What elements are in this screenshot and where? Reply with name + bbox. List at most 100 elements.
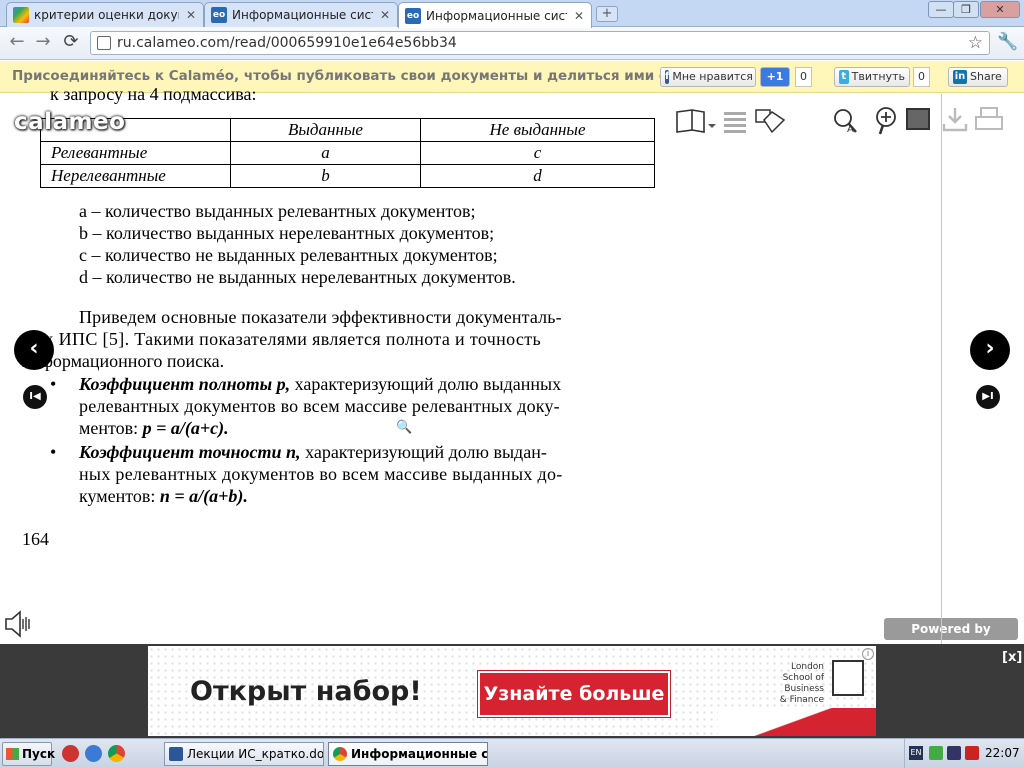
table-header-cell: Выданные xyxy=(230,118,421,142)
bullet1-line2: релевантных документов во всем массиве р… xyxy=(79,396,560,416)
tab-criteria[interactable]: критерии оценки документа ✕ xyxy=(6,2,204,27)
maximize-button[interactable]: ❐ xyxy=(953,1,979,18)
reload-icon[interactable]: ⟳ xyxy=(60,32,82,54)
previous-page-button[interactable]: ‹ xyxy=(14,330,54,370)
address-bar[interactable]: ru.calameo.com/read/000659910e1e64e56bb3… xyxy=(90,31,990,55)
back-arrow-icon[interactable]: ← xyxy=(6,32,28,54)
table-row: Релевантные a c xyxy=(40,141,655,165)
bullet1-line1-rest: характеризующий долю выданных xyxy=(294,374,562,394)
plus-one-count: 0 xyxy=(795,67,812,87)
table-cell: a xyxy=(230,141,421,165)
bullet-icon: • xyxy=(50,374,57,394)
twitter-bird-icon: t xyxy=(839,70,849,84)
wrench-icon[interactable]: 🔧 xyxy=(997,32,1019,54)
ad-stripe xyxy=(718,708,876,736)
school-line: London xyxy=(791,662,824,672)
bookmark-star-icon[interactable]: ☆ xyxy=(968,33,983,53)
url-text[interactable]: ru.calameo.com/read/000659910e1e64e56bb3… xyxy=(117,35,968,51)
close-window-button[interactable]: ✕ xyxy=(980,1,1020,18)
tab-info-systems-1[interactable]: eo Информационные системы ✕ xyxy=(204,2,398,27)
ad-banner[interactable]: Открыт набор! Узнайте больше London Scho… xyxy=(148,646,876,736)
start-button[interactable]: Пуск xyxy=(2,742,55,766)
viewer-divider xyxy=(941,94,942,644)
google-plus-one-button[interactable]: +1 xyxy=(760,67,790,87)
share-label: Share xyxy=(970,70,1002,83)
first-page-button[interactable]: I◀ xyxy=(23,385,47,409)
school-crest-icon xyxy=(832,660,864,696)
ad-headline: Открыт набор! xyxy=(190,676,422,707)
table-row: Нерелевантные b d xyxy=(40,164,655,188)
bullet2-line2: ных релевантных документов во всем масси… xyxy=(79,464,563,484)
paragraph-line: Приведем основные показатели эффективнос… xyxy=(79,307,562,327)
bullet2-formula: n = a/(a+b). xyxy=(159,486,248,506)
bullet2-line3: кументов: n = a/(a+b). xyxy=(79,486,248,507)
tab-strip: критерии оценки документа ✕ eo Информаци… xyxy=(0,0,1024,28)
document-viewer[interactable]: к запросу на 4 подмассива: Выданные Не в… xyxy=(0,84,1024,658)
definition-line: b – количество выданных нерелевантных до… xyxy=(79,223,495,243)
bullet2-line1: Коэффициент точности n, характеризующий … xyxy=(79,442,547,463)
antivirus-icon[interactable] xyxy=(62,745,79,762)
bullet1-line3: ментов: p = a/(a+c). xyxy=(79,418,229,439)
close-icon[interactable]: ✕ xyxy=(573,9,585,23)
ad-info-icon[interactable]: i xyxy=(862,648,874,660)
book-view-icon[interactable] xyxy=(674,106,716,136)
table-header-row: Выданные Не выданные xyxy=(40,118,655,142)
ad-bar: Открыт набор! Узнайте больше London Scho… xyxy=(0,644,1024,738)
task-label: Информационные си... xyxy=(351,747,488,761)
close-icon[interactable]: ✕ xyxy=(379,8,391,22)
fullscreen-icon[interactable] xyxy=(906,106,932,136)
bullet1-line1: Коэффициент полноты p, характеризующий д… xyxy=(79,374,674,395)
bullet1-formula: p = a/(a+c). xyxy=(142,418,229,438)
linkedin-icon: in xyxy=(953,70,967,84)
kaspersky-icon[interactable] xyxy=(965,746,979,760)
clock[interactable]: 22:07 xyxy=(985,746,1020,760)
relevance-table: Выданные Не выданные Релевантные a c Нер… xyxy=(40,118,655,188)
download-icon[interactable] xyxy=(942,106,968,136)
zoom-cursor-icon: 🔍 xyxy=(396,420,413,435)
svg-text:A: A xyxy=(847,124,854,135)
forward-arrow-icon[interactable]: → xyxy=(32,32,54,54)
page-icon xyxy=(97,36,111,50)
close-icon[interactable]: ✕ xyxy=(185,8,197,22)
ad-close-button[interactable]: [x] xyxy=(1002,650,1022,665)
facebook-like-button[interactable]: f Мне нравится xyxy=(660,67,756,87)
definition-line: c – количество не выданных релевантных д… xyxy=(79,245,498,265)
print-icon[interactable] xyxy=(974,106,1004,136)
last-page-button[interactable]: ▶I xyxy=(976,385,1000,409)
new-tab-button[interactable]: + xyxy=(596,6,618,22)
list-view-icon[interactable] xyxy=(722,106,748,136)
sound-icon[interactable] xyxy=(4,609,32,639)
tweet-button[interactable]: t Твитнуть xyxy=(834,67,910,87)
monitor-icon[interactable] xyxy=(947,746,961,760)
bullet2-line3-prefix: кументов: xyxy=(79,486,156,506)
browser-toolbar: ← → ⟳ ru.calameo.com/read/000659910e1e64… xyxy=(0,27,1024,60)
table-cell: d xyxy=(420,164,655,188)
tab-info-systems-2[interactable]: eo Информационные системы ✕ xyxy=(398,2,592,28)
calameo-logo[interactable]: calameo xyxy=(14,109,125,135)
bullet2-term: Коэффициент точности n, xyxy=(79,442,301,462)
system-tray: EN 22:07 xyxy=(904,739,1024,768)
like-label: Мне нравится xyxy=(672,70,753,83)
share-book-icon[interactable] xyxy=(754,106,786,136)
minimize-button[interactable]: — xyxy=(928,1,954,18)
bullet1-term: Коэффициент полноты p, xyxy=(79,374,291,394)
taskbar-item-word[interactable]: Лекции ИС_кратко.doc ... xyxy=(164,742,324,766)
bullet1-line3-prefix: ментов: xyxy=(79,418,139,438)
text-search-icon[interactable]: A xyxy=(832,106,860,136)
table-cell: Нерелевантные xyxy=(40,164,231,188)
chrome-icon[interactable] xyxy=(108,745,125,762)
facebook-icon: f xyxy=(665,70,670,84)
zoom-in-icon[interactable] xyxy=(872,106,900,136)
language-indicator[interactable]: EN xyxy=(909,746,923,760)
network-icon[interactable] xyxy=(929,746,943,760)
linkedin-share-button[interactable]: in Share xyxy=(948,67,1008,87)
tweet-label: Твитнуть xyxy=(851,70,905,83)
powered-by-calameo[interactable]: Powered by Calaméo xyxy=(884,618,1018,658)
table-cell: Релевантные xyxy=(40,141,231,165)
next-page-button[interactable]: › xyxy=(970,330,1010,370)
internet-explorer-icon[interactable] xyxy=(85,745,102,762)
promo-text[interactable]: Присоединяйтесь к Calaméo, чтобы публико… xyxy=(12,68,660,84)
ad-cta-button[interactable]: Узнайте больше xyxy=(478,671,670,717)
bullet-icon: • xyxy=(50,442,57,462)
taskbar-item-chrome[interactable]: Информационные си... xyxy=(328,742,488,766)
